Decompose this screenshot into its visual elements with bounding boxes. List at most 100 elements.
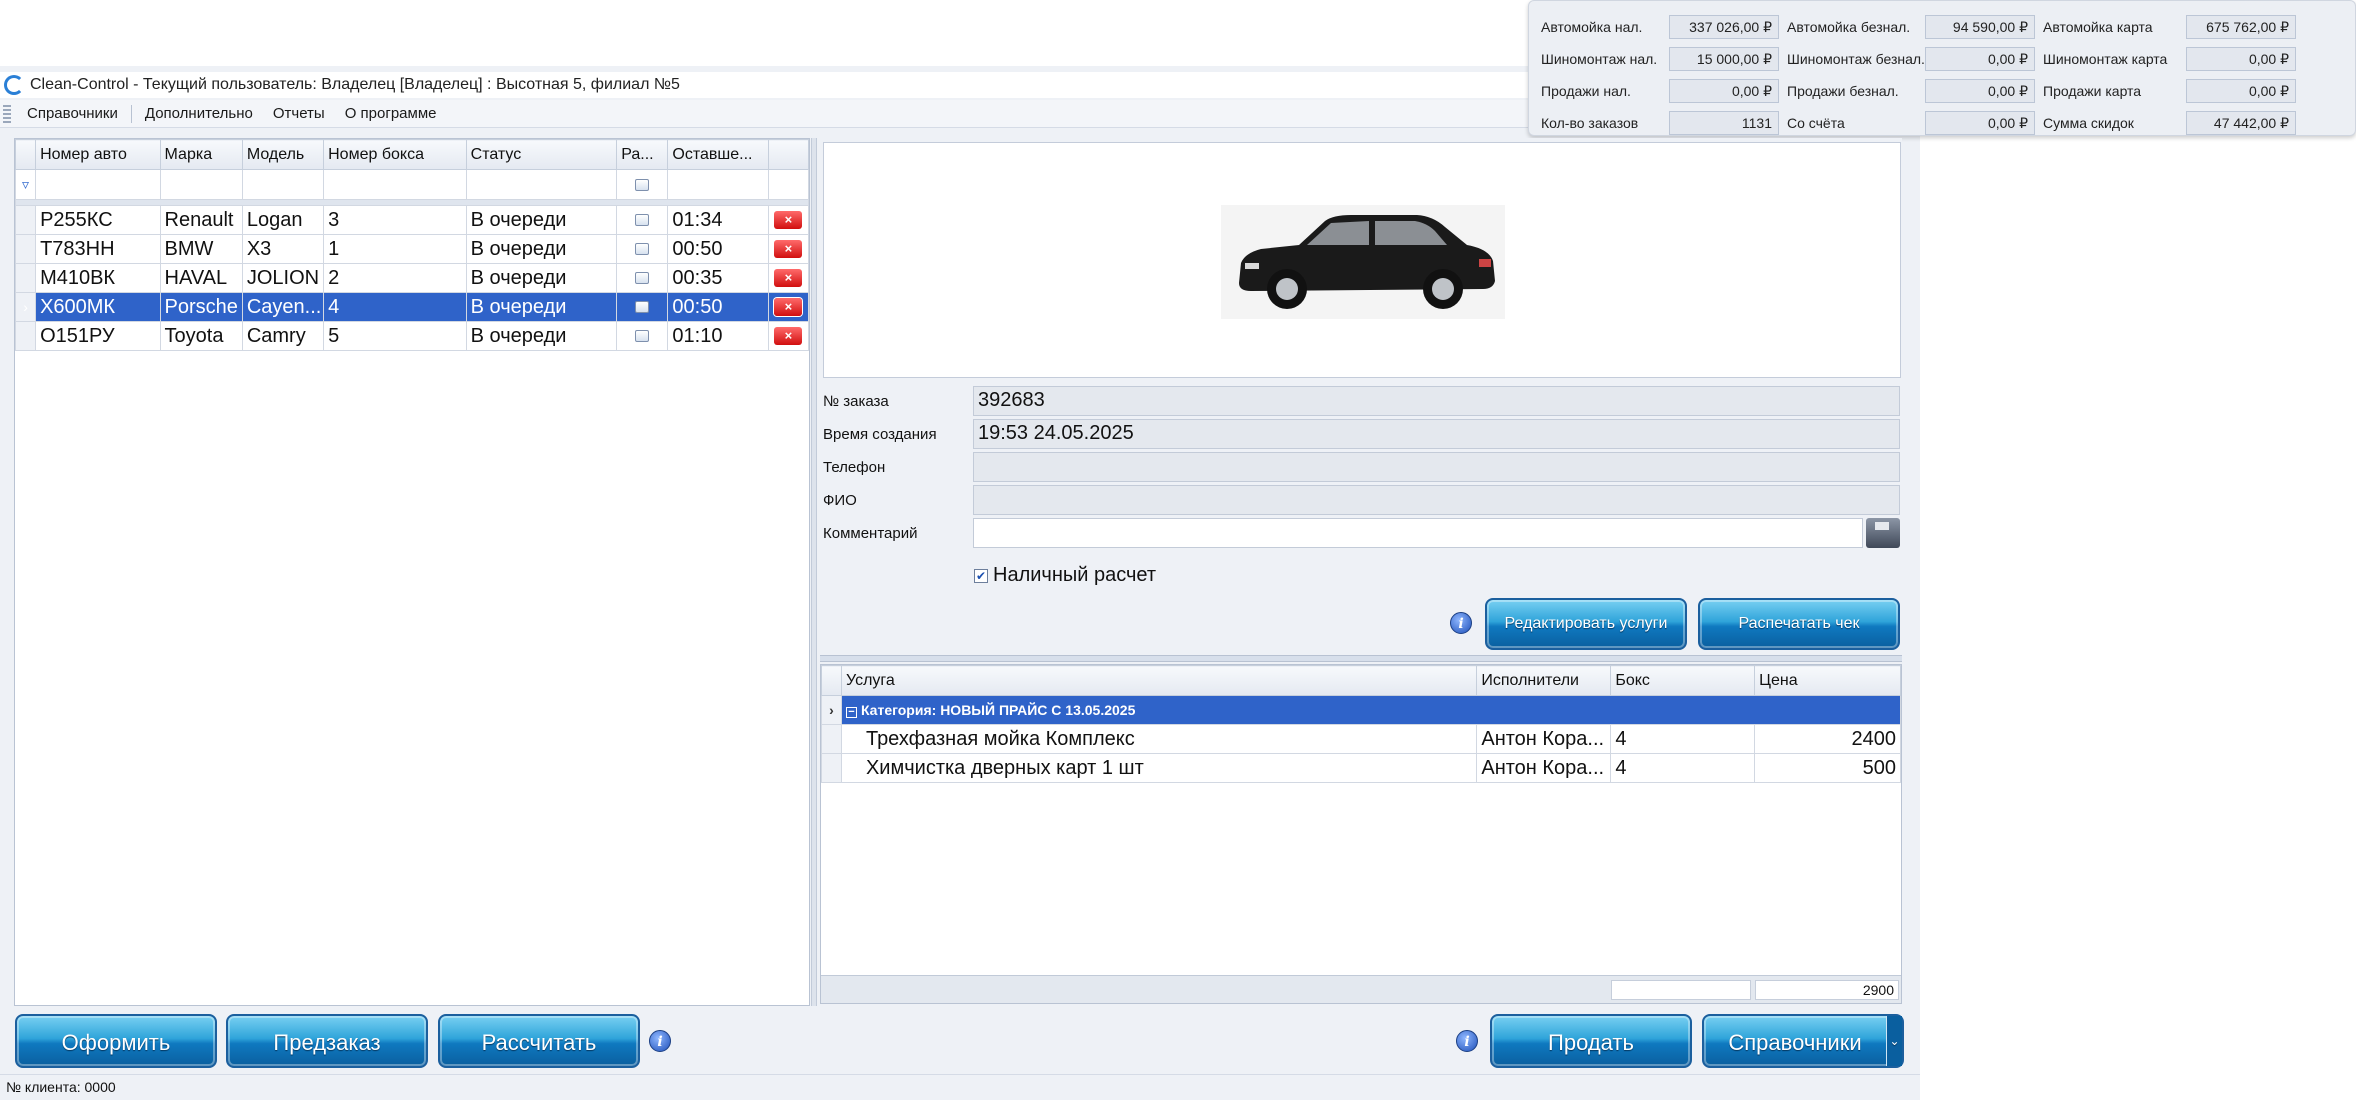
cell-box[interactable]: 4 [1610,753,1756,783]
cell-status[interactable]: В очереди [465,263,618,293]
cell-remaining[interactable]: 00:50 [667,234,769,264]
column-header-status[interactable]: Статус [465,139,618,170]
filter-checkbox[interactable] [635,178,650,191]
menu-directories[interactable]: Справочники [17,102,128,126]
table-row[interactable]: Трехфазная мойка Комплекс Антон Кора... … [821,724,1901,754]
delete-icon[interactable]: × [774,240,803,259]
column-header-remaining[interactable]: Оставше... [667,139,769,170]
cell-plate[interactable]: Р255КС [35,205,161,235]
column-header-box[interactable]: Номер бокса [323,139,467,170]
phone-field[interactable] [973,452,1900,482]
column-header-model[interactable]: Модель [241,139,325,170]
checkbox-checked-icon[interactable]: ✔ [974,568,988,583]
cell-brand[interactable]: Porsche [159,292,243,322]
filter-cell[interactable] [323,169,467,200]
delete-icon[interactable]: × [774,211,803,230]
delete-icon[interactable]: × [774,327,803,346]
directories-dropdown-button[interactable]: Справочники ⌄ [1702,1014,1904,1068]
collapse-icon[interactable]: − [845,707,857,718]
cell-box[interactable]: 3 [323,205,467,235]
cell-status[interactable]: В очереди [465,205,618,235]
cell-box[interactable]: 4 [323,292,467,322]
cell-status[interactable]: В очереди [465,292,618,322]
save-icon[interactable] [1866,518,1900,548]
column-header-ra[interactable]: Ра... [616,139,669,170]
column-header-price[interactable]: Цена [1754,665,1901,696]
menu-additional[interactable]: Дополнительно [135,102,263,126]
table-row[interactable]: Р255КС Renault Logan 3 В очереди 01:34 × [14,205,810,235]
filter-icon[interactable]: ▿ [14,169,37,200]
cell-ra[interactable] [616,292,669,322]
cell-service[interactable]: Трехфазная мойка Комплекс [840,724,1478,754]
column-header-brand[interactable]: Марка [159,139,243,170]
row-checkbox[interactable] [635,272,650,285]
name-field[interactable] [973,485,1900,515]
cell-model[interactable]: Cayen... [241,292,325,322]
filter-cell[interactable] [616,169,669,200]
cell-remaining[interactable]: 00:50 [667,292,769,322]
cell-status[interactable]: В очереди [465,321,618,351]
info-icon[interactable]: i [1456,1030,1478,1052]
cell-plate[interactable]: О151РУ [35,321,161,351]
cell-brand[interactable]: Renault [159,205,243,235]
category-cell[interactable]: − Категория: НОВЫЙ ПРАЙС С 13.05.2025 [840,695,1902,725]
cash-payment-checkbox[interactable]: ✔ Наличный расчет [974,564,1156,587]
row-checkbox[interactable] [635,301,650,314]
menu-grip[interactable] [3,104,11,123]
column-header-plate[interactable]: Номер авто [35,139,161,170]
cell-price[interactable]: 2400 [1754,724,1901,754]
filter-cell[interactable] [667,169,769,200]
checkout-button[interactable]: Оформить [15,1014,217,1068]
column-header-performers[interactable]: Исполнители [1476,665,1612,696]
print-check-button[interactable]: Распечатать чек [1698,598,1900,650]
column-header-service[interactable]: Услуга [840,665,1478,696]
menu-reports[interactable]: Отчеты [263,102,335,126]
cell-plate[interactable]: Т783НН [35,234,161,264]
row-checkbox[interactable] [635,243,650,256]
horizontal-splitter[interactable] [820,655,1902,662]
delete-icon[interactable]: × [774,298,803,317]
cell-brand[interactable]: Toyota [159,321,243,351]
cell-box[interactable]: 5 [323,321,467,351]
cell-model[interactable]: Camry [241,321,325,351]
filter-cell[interactable] [241,169,325,200]
sell-button[interactable]: Продать [1490,1014,1692,1068]
info-icon[interactable]: i [1450,612,1472,634]
cell-performer[interactable]: Антон Кора... [1476,724,1612,754]
table-row[interactable]: Химчистка дверных карт 1 шт Антон Кора..… [821,753,1901,783]
calculate-button[interactable]: Рассчитать [438,1014,640,1068]
delete-icon[interactable]: × [774,269,803,288]
filter-cell[interactable] [159,169,243,200]
cell-brand[interactable]: HAVAL [159,263,243,293]
row-checkbox[interactable] [635,330,650,343]
cell-remaining[interactable]: 00:35 [667,263,769,293]
comment-field[interactable] [973,518,1863,548]
table-row-selected[interactable]: › Х600МК Porsche Cayen... 4 В очереди 00… [14,292,810,322]
cell-status[interactable]: В очереди [465,234,618,264]
table-row[interactable]: Т783НН BMW X3 1 В очереди 00:50 × [14,234,810,264]
cell-remaining[interactable]: 01:10 [667,321,769,351]
cell-ra[interactable] [616,205,669,235]
table-row[interactable]: О151РУ Toyota Camry 5 В очереди 01:10 × [14,321,810,351]
cell-plate[interactable]: М410ВК [35,263,161,293]
row-checkbox[interactable] [635,214,650,227]
cell-price[interactable]: 500 [1754,753,1901,783]
cell-model[interactable]: Logan [241,205,325,235]
cell-service[interactable]: Химчистка дверных карт 1 шт [840,753,1478,783]
cell-model[interactable]: X3 [241,234,325,264]
table-row[interactable]: М410ВК HAVAL JOLION 2 В очереди 00:35 × [14,263,810,293]
info-icon[interactable]: i [649,1030,671,1052]
chevron-down-icon[interactable]: ⌄ [1886,1016,1902,1066]
filter-cell[interactable] [465,169,618,200]
cell-brand[interactable]: BMW [159,234,243,264]
cell-performer[interactable]: Антон Кора... [1476,753,1612,783]
cell-remaining[interactable]: 01:34 [667,205,769,235]
edit-services-button[interactable]: Редактировать услуги [1485,598,1687,650]
menu-about[interactable]: О программе [335,102,447,126]
category-row[interactable]: › − Категория: НОВЫЙ ПРАЙС С 13.05.2025 [821,695,1902,725]
cell-box[interactable]: 2 [323,263,467,293]
preorder-button[interactable]: Предзаказ [226,1014,428,1068]
cell-model[interactable]: JOLION [241,263,325,293]
column-header-box[interactable]: Бокс [1610,665,1756,696]
cell-plate[interactable]: Х600МК [35,292,161,322]
